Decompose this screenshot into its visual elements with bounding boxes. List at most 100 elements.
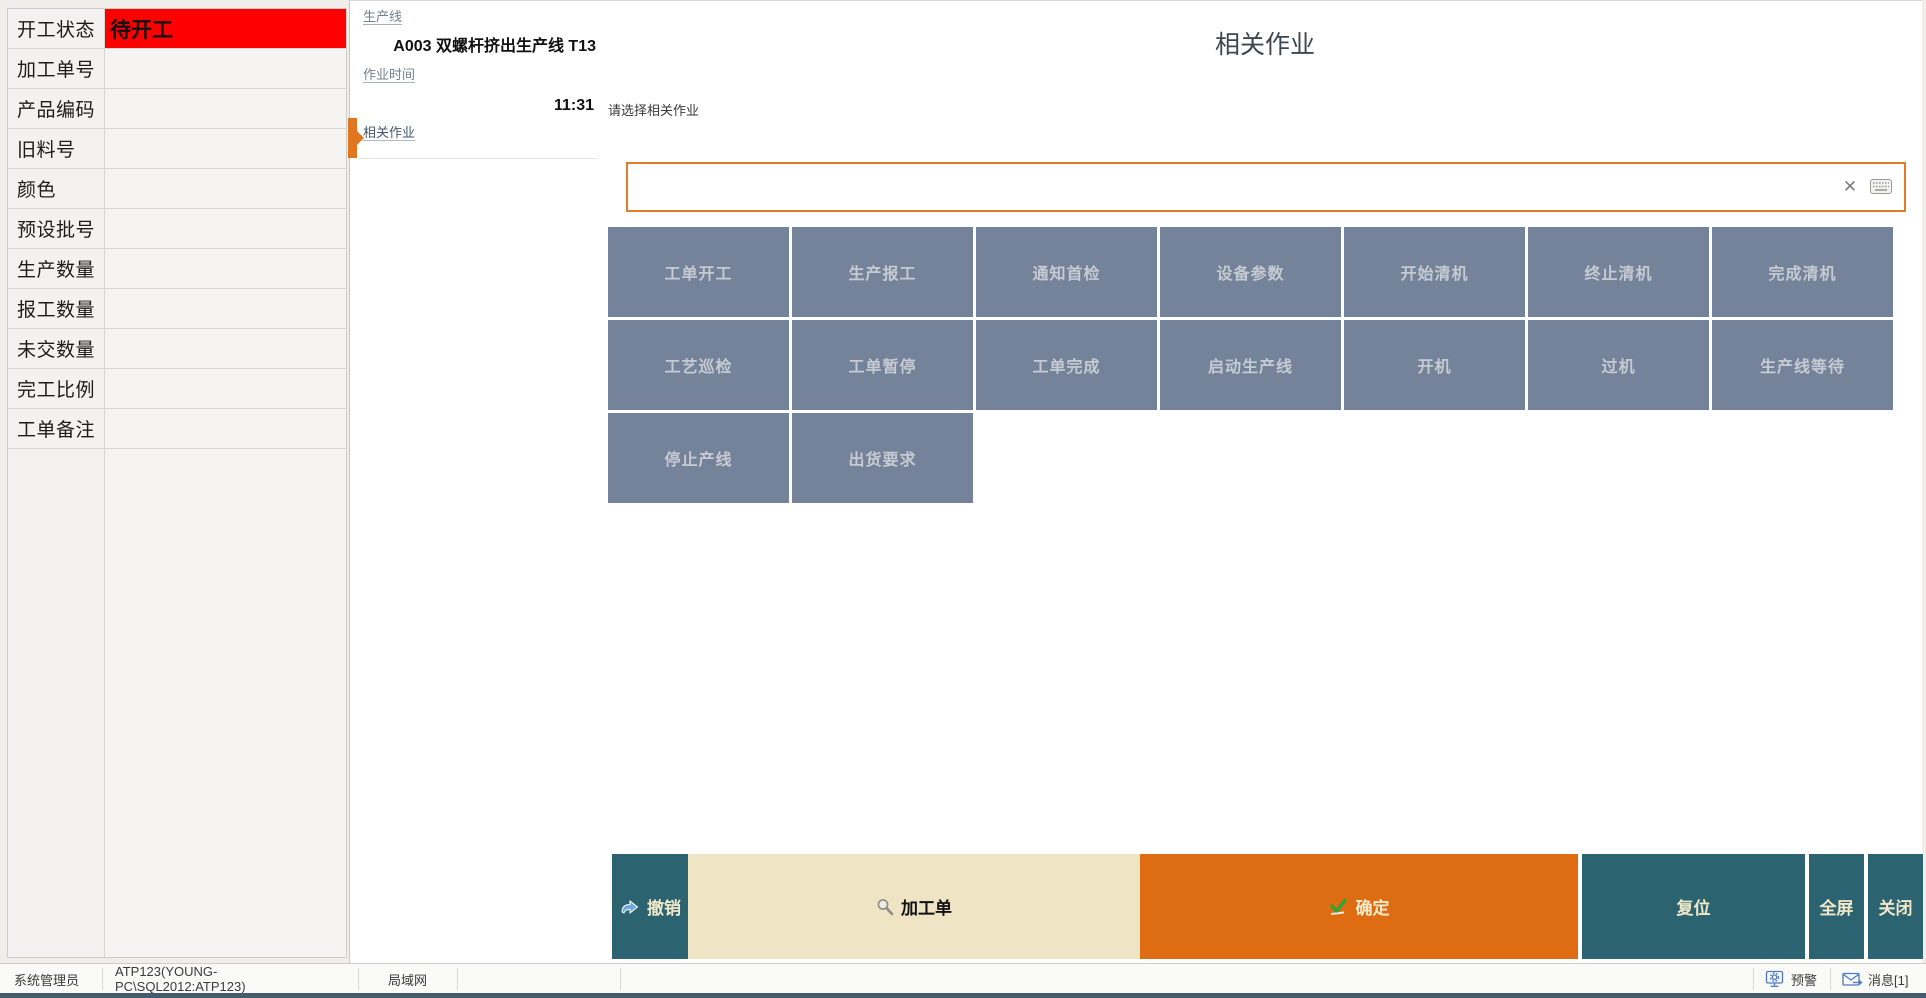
confirm-button[interactable]: 确定 (1140, 854, 1578, 959)
reset-button[interactable]: 复位 (1582, 854, 1805, 959)
job-time-label: 作业时间 (363, 64, 415, 83)
alert-button[interactable]: 预警 (1765, 964, 1817, 994)
statusbar-divider (1830, 968, 1831, 990)
alert-button-label: 预警 (1791, 970, 1817, 989)
action-shipping-request[interactable]: 出货要求 (792, 413, 973, 503)
clear-icon[interactable]: ✕ (1840, 177, 1860, 197)
action-workorder-pause[interactable]: 工单暂停 (792, 320, 973, 410)
action-production-report[interactable]: 生产报工 (792, 227, 973, 317)
user-label: 系统管理员 (14, 964, 79, 994)
active-tab-indicator (348, 118, 357, 158)
info-value (105, 329, 346, 368)
actions-row-3: 停止产线 出货要求 (608, 413, 1900, 503)
related-job-input[interactable] (632, 166, 1826, 210)
info-label: 未交数量 (8, 329, 105, 368)
undo-button-label: 撤销 (647, 894, 681, 919)
process-order-button[interactable]: 加工单 (688, 854, 1140, 959)
info-row-old-part-no: 旧料号 (8, 129, 346, 169)
production-line-label: 生产线 (363, 6, 402, 25)
info-label: 工单备注 (8, 409, 105, 448)
info-value (105, 49, 346, 88)
info-row-order-remark: 工单备注 (8, 409, 346, 449)
info-label: 加工单号 (8, 49, 105, 88)
info-row-preset-batch: 预设批号 (8, 209, 346, 249)
select-job-hint: 请选择相关作业 (608, 100, 699, 119)
envelope-icon (1842, 972, 1863, 987)
action-start-line[interactable]: 启动生产线 (1160, 320, 1341, 410)
panel-divider (358, 158, 598, 159)
network-label: 局域网 (358, 964, 457, 994)
statusbar-divider (1753, 968, 1754, 990)
close-button-label: 关闭 (1879, 894, 1913, 919)
info-label: 完工比例 (8, 369, 105, 408)
info-value (105, 249, 346, 288)
info-label: 生产数量 (8, 249, 105, 288)
info-value (105, 409, 346, 448)
info-row-completion-ratio: 完工比例 (8, 369, 346, 409)
action-notify-first-inspection[interactable]: 通知首检 (976, 227, 1157, 317)
info-filler-value-col (105, 449, 346, 957)
info-label: 旧料号 (8, 129, 105, 168)
statusbar-divider (102, 968, 103, 990)
app-window: 开工状态 待开工 加工单号 产品编码 旧料号 颜色 预设批号 生产数量 报工数量 (0, 0, 1926, 998)
related-job-input-box: ✕ (626, 162, 1906, 212)
close-button[interactable]: 关闭 (1868, 854, 1923, 959)
production-line-value: A003 双螺杆挤出生产线 T13 (363, 32, 596, 56)
fullscreen-button[interactable]: 全屏 (1809, 854, 1864, 959)
content-area: 生产线 A003 双螺杆挤出生产线 T13 作业时间 11:31 相关作业 相关… (349, 0, 1922, 963)
action-abort-cleaning[interactable]: 终止清机 (1528, 227, 1709, 317)
actions-row-1: 工单开工 生产报工 通知首检 设备参数 开始清机 终止清机 完成清机 (608, 227, 1900, 317)
tab-related-jobs[interactable]: 相关作业 (348, 116, 601, 158)
confirm-button-label: 确定 (1356, 894, 1390, 919)
action-power-on[interactable]: 开机 (1344, 320, 1525, 410)
action-pass-machine[interactable]: 过机 (1528, 320, 1709, 410)
info-row-reported-qty: 报工数量 (8, 289, 346, 329)
info-row-undelivered-qty: 未交数量 (8, 329, 346, 369)
tab-related-jobs-label: 相关作业 (363, 122, 415, 141)
database-label: ATP123(YOUNG-PC\SQL2012:ATP123) (115, 964, 347, 994)
statusbar-divider (620, 968, 621, 990)
magnifier-icon (876, 898, 894, 916)
reset-button-label: 复位 (1677, 894, 1711, 919)
action-equipment-params[interactable]: 设备参数 (1160, 227, 1341, 317)
info-row-production-qty: 生产数量 (8, 249, 346, 289)
page-title: 相关作业 (1180, 25, 1350, 61)
message-button-label: 消息[1] (1868, 970, 1908, 989)
message-button[interactable]: 消息[1] (1842, 964, 1908, 994)
info-row-order-no: 加工单号 (8, 49, 346, 89)
info-value (105, 209, 346, 248)
workorder-info-panel: 开工状态 待开工 加工单号 产品编码 旧料号 颜色 预设批号 生产数量 报工数量 (7, 8, 347, 958)
undo-icon (619, 899, 640, 915)
info-label: 预设批号 (8, 209, 105, 248)
info-row-color: 颜色 (8, 169, 346, 209)
actions-row-2: 工艺巡检 工单暂停 工单完成 启动生产线 开机 过机 生产线等待 (608, 320, 1900, 410)
monitor-gear-icon (1765, 970, 1786, 988)
action-line-waiting[interactable]: 生产线等待 (1712, 320, 1893, 410)
info-label: 颜色 (8, 169, 105, 208)
action-workorder-complete[interactable]: 工单完成 (976, 320, 1157, 410)
info-row-start-status: 开工状态 待开工 (8, 9, 346, 49)
statusbar-divider (457, 968, 458, 990)
status-badge: 待开工 (105, 9, 346, 48)
action-process-patrol[interactable]: 工艺巡检 (608, 320, 789, 410)
info-row-product-code: 产品编码 (8, 89, 346, 129)
undo-button[interactable]: 撤销 (612, 854, 688, 959)
action-workorder-start[interactable]: 工单开工 (608, 227, 789, 317)
info-label: 产品编码 (8, 89, 105, 128)
info-filler (8, 449, 346, 957)
info-filler-label-col (8, 449, 105, 957)
fullscreen-button-label: 全屏 (1820, 894, 1854, 919)
info-value (105, 289, 346, 328)
info-value (105, 369, 346, 408)
info-label: 开工状态 (8, 9, 105, 48)
action-stop-line[interactable]: 停止产线 (608, 413, 789, 503)
keyboard-icon[interactable] (1870, 179, 1892, 194)
action-start-cleaning[interactable]: 开始清机 (1344, 227, 1525, 317)
window-bottom-edge (0, 993, 1926, 998)
job-time-value: 11:31 (363, 97, 594, 115)
check-icon (1329, 898, 1349, 916)
process-order-button-label: 加工单 (901, 894, 952, 919)
action-finish-cleaning[interactable]: 完成清机 (1712, 227, 1893, 317)
info-label: 报工数量 (8, 289, 105, 328)
info-value (105, 169, 346, 208)
